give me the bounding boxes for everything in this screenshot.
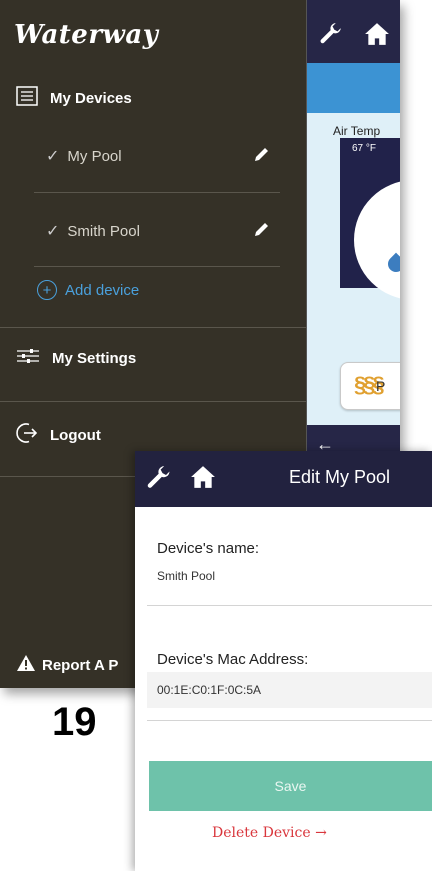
home-icon[interactable] bbox=[190, 465, 216, 494]
list-icon bbox=[16, 86, 38, 110]
device-name-label: Device's name: bbox=[157, 540, 260, 557]
app-header-band bbox=[306, 63, 400, 113]
pencil-icon[interactable] bbox=[254, 146, 270, 167]
menu-my-settings[interactable]: My Settings bbox=[16, 347, 136, 369]
waterway-logo: Waterway bbox=[14, 20, 159, 50]
mac-address-value: 00:1E:C0:1F:0C:5A bbox=[157, 683, 262, 697]
wrench-icon[interactable] bbox=[145, 465, 173, 498]
check-icon: ✓ bbox=[46, 148, 60, 165]
add-circle-icon: + bbox=[37, 280, 57, 300]
field-underline bbox=[147, 605, 432, 606]
logout-icon bbox=[16, 422, 38, 448]
air-temp-value: 67 °F bbox=[352, 143, 377, 154]
device-item-smith-pool[interactable]: ✓ Smith Pool bbox=[46, 221, 140, 241]
menu-my-settings-label: My Settings bbox=[52, 349, 137, 367]
field-underline bbox=[147, 720, 432, 721]
divider bbox=[34, 192, 280, 193]
wrench-icon[interactable] bbox=[318, 22, 344, 53]
home-icon[interactable] bbox=[364, 22, 390, 51]
air-temp-label: Air Temp bbox=[333, 124, 381, 138]
menu-my-devices[interactable]: My Devices bbox=[16, 86, 132, 110]
device-item-my-pool[interactable]: ✓ My Pool bbox=[46, 146, 122, 166]
menu-my-devices-label: My Devices bbox=[50, 89, 132, 107]
heater-button-label: P bbox=[376, 378, 386, 394]
menu-logout[interactable]: Logout bbox=[16, 422, 101, 448]
check-icon: ✓ bbox=[46, 223, 60, 240]
device-name-field[interactable]: Smith Pool bbox=[157, 569, 215, 583]
warning-icon bbox=[16, 654, 36, 676]
add-device-link[interactable]: + Add device bbox=[37, 280, 139, 300]
divider bbox=[34, 266, 280, 267]
pencil-icon[interactable] bbox=[254, 221, 270, 242]
save-button[interactable]: Save bbox=[149, 761, 432, 811]
divider bbox=[0, 327, 306, 328]
device-name: My Pool bbox=[67, 147, 122, 165]
edit-device-screen: Edit My Pool Device's name: Smith Pool D… bbox=[135, 451, 432, 871]
report-label: Report A P bbox=[42, 656, 119, 674]
divider bbox=[0, 401, 306, 402]
mac-address-label: Device's Mac Address: bbox=[157, 651, 309, 668]
delete-device-link[interactable]: Delete Device → bbox=[212, 825, 327, 841]
page-number: 19 bbox=[52, 700, 97, 744]
report-problem-link[interactable]: Report A P bbox=[16, 654, 118, 676]
device-name: Smith Pool bbox=[67, 222, 140, 240]
settings-sliders-icon bbox=[16, 347, 40, 369]
menu-logout-label: Logout bbox=[50, 426, 101, 444]
edit-screen-title: Edit My Pool bbox=[289, 467, 391, 487]
add-device-label: Add device bbox=[65, 281, 140, 299]
